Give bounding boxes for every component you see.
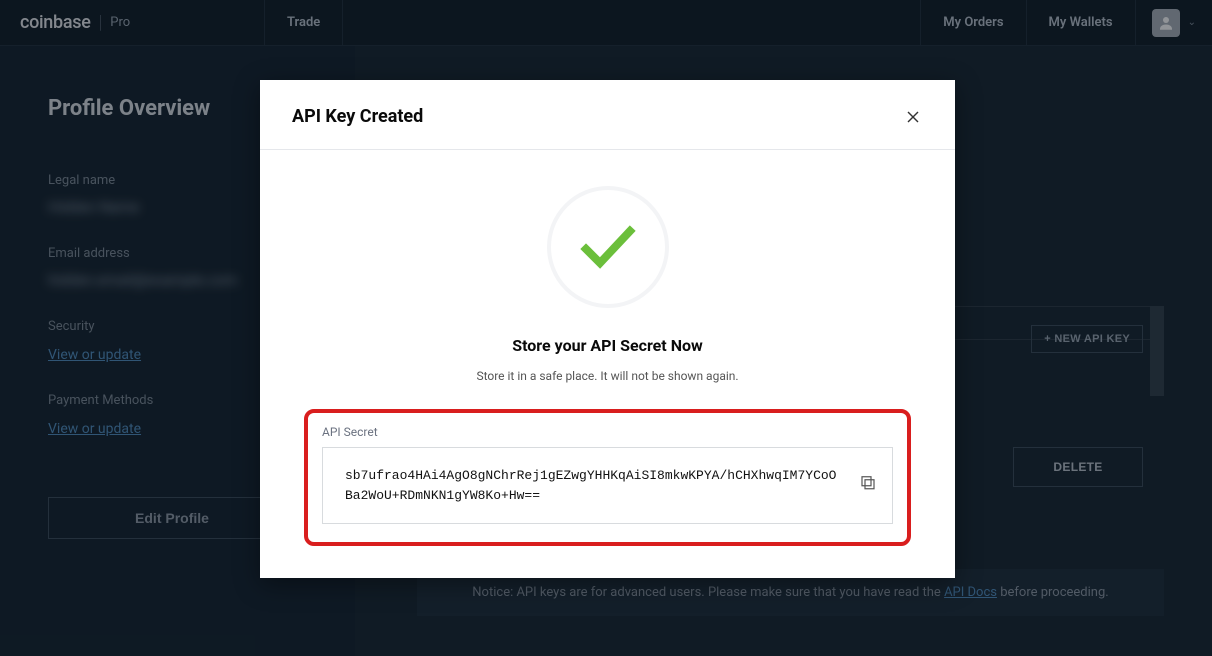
api-secret-highlight-box: API Secret sb7ufrao4HAi4AgO8gNChrRej1gEZ… [304,409,911,546]
copy-icon[interactable] [860,474,876,497]
modal-body: Store your API Secret Now Store it in a … [260,150,955,578]
api-secret-label: API Secret [322,425,893,439]
api-secret-value: sb7ufrao4HAi4AgO8gNChrRej1gEZwgYHHKqAiSI… [345,468,836,503]
modal-title: API Key Created [292,106,423,127]
modal-header: API Key Created [260,80,955,150]
modal-hint: Store it in a safe place. It will not be… [304,369,911,383]
api-secret-field: sb7ufrao4HAi4AgO8gNChrRej1gEZwgYHHKqAiSI… [322,447,893,524]
close-icon[interactable] [903,107,923,127]
modal-subtitle: Store your API Secret Now [304,336,911,355]
api-key-created-modal: API Key Created Store your API Secret No… [260,80,955,578]
success-check-icon [547,186,669,308]
